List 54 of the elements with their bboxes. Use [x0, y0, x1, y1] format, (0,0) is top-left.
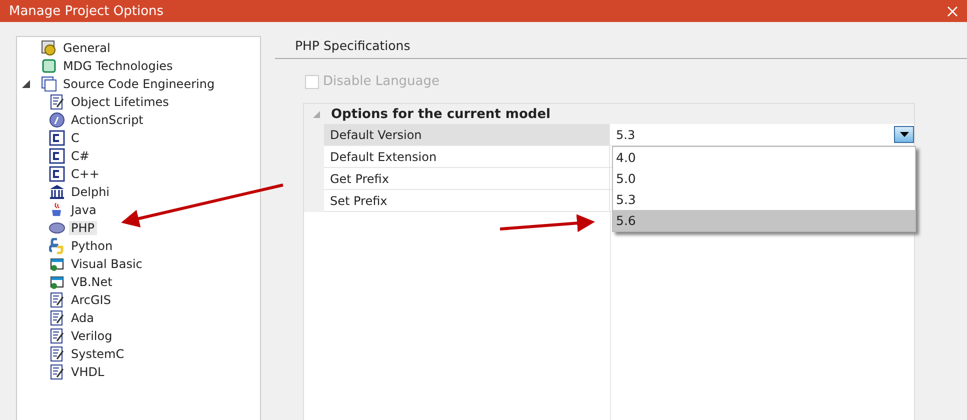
tree-item[interactable]: MDG Technologies — [61, 59, 175, 73]
tree-item-icon — [49, 148, 65, 164]
section-heading: PHP Specifications — [275, 22, 967, 59]
tree-item[interactable]: Visual Basic — [69, 257, 144, 271]
property-name[interactable]: Set Prefix — [324, 190, 610, 211]
tree-item-icon — [41, 58, 57, 74]
tree-item-icon — [41, 76, 57, 92]
property-value: 5.3 — [616, 128, 636, 142]
window-title: Manage Project Options — [9, 4, 164, 18]
tree-item-icon — [49, 238, 65, 254]
tree-item[interactable]: C++ — [69, 167, 102, 181]
tree-item[interactable]: PHP — [69, 221, 96, 235]
tree-item-icon — [49, 112, 65, 128]
tree-item-icon — [49, 292, 65, 308]
checkbox-label: Disable Language — [323, 74, 440, 89]
tree-item[interactable]: SystemC — [69, 347, 126, 361]
dropdown-option[interactable]: 4.0 — [613, 147, 915, 168]
tree-item[interactable]: C# — [69, 149, 92, 163]
tree-item[interactable]: Python — [69, 239, 115, 253]
tree-item-icon — [49, 256, 65, 272]
tree-item[interactable]: Delphi — [69, 185, 112, 199]
group-title: Options for the current model — [331, 106, 550, 122]
tree-item[interactable]: General — [61, 41, 112, 55]
tree-item[interactable]: C — [69, 131, 82, 145]
tree-item-icon — [49, 130, 65, 146]
dropdown-option[interactable]: 5.3 — [613, 189, 915, 210]
tree-item[interactable]: VHDL — [69, 365, 106, 379]
tree-item-icon — [49, 328, 65, 344]
tree-item[interactable]: Object Lifetimes — [69, 95, 171, 109]
tree-item-icon — [49, 346, 65, 362]
dropdown-button[interactable] — [894, 126, 914, 143]
tree-item[interactable]: Source Code Engineering — [61, 77, 217, 91]
property-name[interactable]: Default Extension — [324, 146, 610, 167]
expander-icon[interactable] — [21, 79, 31, 89]
tree-item[interactable]: Verilog — [69, 329, 114, 343]
close-icon[interactable] — [947, 6, 958, 16]
tree-item-icon — [49, 184, 65, 200]
tree-item-icon — [49, 166, 65, 182]
property-name[interactable]: Default Version — [324, 124, 610, 145]
tree-item[interactable]: Ada — [69, 311, 96, 325]
tree-item[interactable]: ActionScript — [69, 113, 146, 127]
tree-item-icon — [49, 220, 65, 236]
tree-item-icon — [49, 94, 65, 110]
tree-item-icon — [49, 364, 65, 380]
tree-item[interactable]: Java — [69, 203, 98, 217]
tree-item[interactable]: ArcGIS — [69, 293, 113, 307]
dropdown-arrow-icon — [900, 132, 908, 137]
dropdown-option[interactable]: 5.6 — [613, 210, 915, 231]
property-name[interactable]: Get Prefix — [324, 168, 610, 189]
tree-item-icon — [41, 40, 57, 56]
tree-item-icon — [49, 310, 65, 326]
tree-item[interactable]: VB.Net — [69, 275, 114, 289]
dropdown-option[interactable]: 5.0 — [613, 168, 915, 189]
tree-item-icon — [49, 274, 65, 290]
